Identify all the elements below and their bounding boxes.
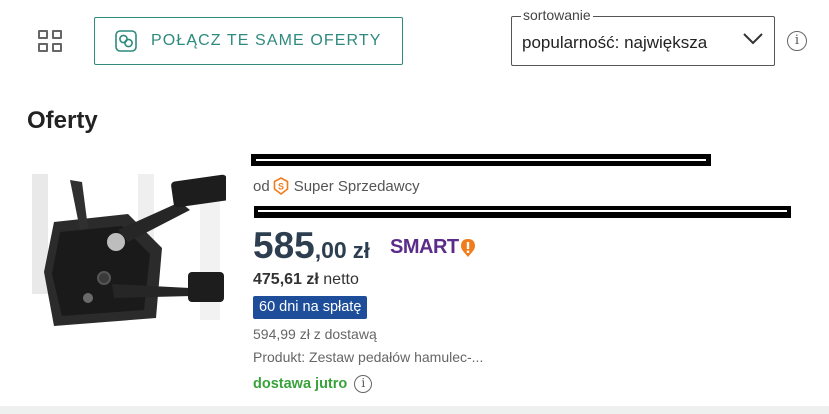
product-image[interactable]: [30, 170, 226, 342]
netto-label: netto: [323, 271, 359, 288]
seller-prefix: od: [253, 177, 270, 195]
netto-price: 475,61 zł netto: [253, 271, 359, 289]
installments-badge: 60 dni na spłatę: [253, 296, 368, 319]
delivery-label: dostawa jutro: [253, 376, 348, 392]
grid-view-icon[interactable]: [38, 30, 64, 54]
sort-value: popularność: największa: [522, 33, 708, 52]
price-with-delivery: 594,99 zł z dostawą: [253, 326, 377, 342]
seller-label[interactable]: Super Sprzedawcy: [294, 178, 420, 195]
redacted-title: [251, 154, 711, 166]
sort-info-icon[interactable]: i: [787, 31, 807, 51]
merge-offers-icon: [115, 30, 137, 52]
chevron-down-icon: [743, 33, 763, 45]
section-title: Oferty: [27, 107, 98, 134]
merge-button-label: POŁĄCZ TE SAME OFERTY: [151, 32, 382, 49]
delivery-info: dostawa jutro i: [253, 375, 373, 393]
netto-value: 475,61 zł: [253, 271, 319, 288]
seller-line: od S Super Sprzedawcy: [253, 177, 420, 195]
smart-badge[interactable]: SMART: [390, 236, 476, 259]
price-cents: ,00: [314, 237, 347, 263]
delivery-info-icon[interactable]: i: [354, 375, 373, 393]
merge-same-offers-button[interactable]: POŁĄCZ TE SAME OFERTY: [94, 17, 403, 65]
svg-text:S: S: [278, 182, 284, 192]
redacted-parameters: [254, 206, 791, 218]
sort-label: sortowanie: [521, 7, 593, 23]
price: 585,00 zł: [253, 225, 370, 267]
price-currency: zł: [352, 238, 370, 263]
price-main: 585: [253, 225, 315, 266]
smart-exclamation-icon: [460, 238, 475, 257]
footer-strip: [0, 406, 829, 414]
super-seller-badge-icon: S: [273, 177, 288, 195]
product-name[interactable]: Produkt: Zestaw pedałów hamulec-...: [253, 349, 483, 365]
sort-select[interactable]: sortowanie popularność: największa: [511, 7, 775, 66]
smart-label: SMART: [390, 236, 459, 258]
